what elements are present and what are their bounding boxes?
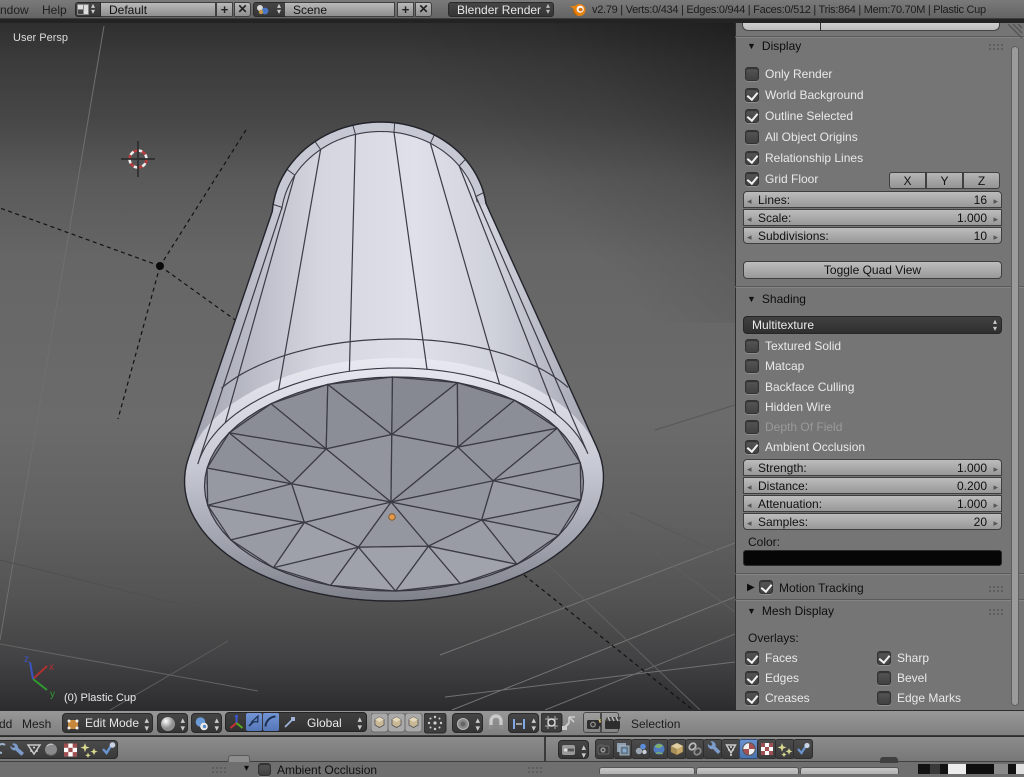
svg-text:(0) Plastic Cup: (0) Plastic Cup [64,692,136,704]
svg-text:User Persp: User Persp [13,32,68,44]
svg-text:x: x [49,662,54,673]
svg-text:z: z [24,654,29,665]
svg-text:y: y [50,689,55,700]
